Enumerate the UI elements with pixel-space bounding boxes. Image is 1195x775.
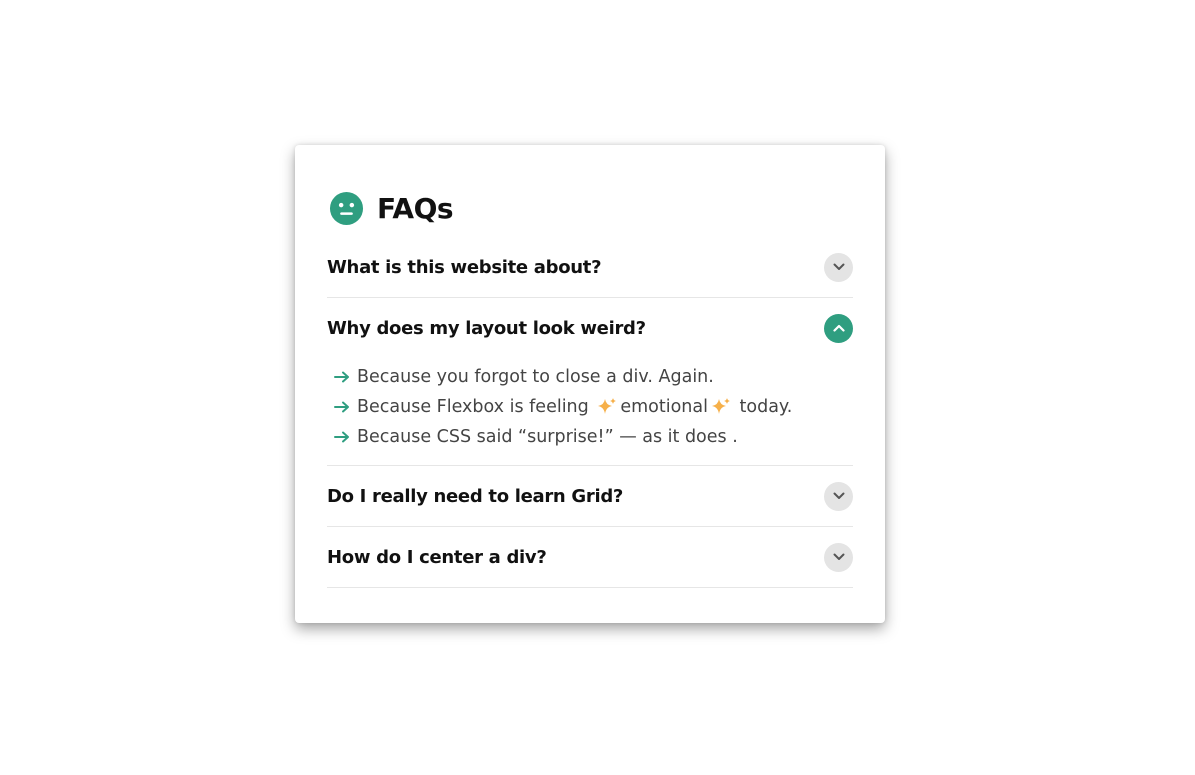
sparkles-icon — [598, 398, 617, 414]
faq-question-row[interactable]: Why does my layout look weird? — [327, 298, 853, 358]
sparkles-icon — [711, 398, 730, 414]
faq-answer: Because you forgot to close a div. Again… — [327, 358, 853, 465]
chevron-up-icon — [832, 324, 845, 332]
chevron-down-icon — [833, 492, 844, 499]
faq-question-row[interactable]: What is this website about? — [327, 237, 853, 297]
faq-card: FAQs What is this website about? Why doe… — [295, 145, 885, 623]
arrow-right-icon — [334, 431, 349, 443]
neutral-face-icon — [329, 191, 364, 225]
faq-question-row[interactable]: How do I center a div? — [327, 527, 853, 587]
chevron-down-icon — [833, 553, 844, 560]
answer-text: Because CSS said “surprise!” — as it doe… — [357, 427, 738, 447]
faq-item: Why does my layout look weird? Because y… — [327, 298, 853, 466]
answer-line: Because you forgot to close a div. Again… — [333, 362, 853, 392]
toggle-button[interactable] — [824, 481, 853, 511]
arrow-right-icon — [334, 401, 349, 413]
faq-question: How do I center a div? — [327, 546, 547, 568]
faq-item: Do I really need to learn Grid? — [327, 466, 853, 527]
faq-item: What is this website about? — [327, 237, 853, 298]
faq-header: FAQs — [327, 189, 853, 227]
faq-question: Do I really need to learn Grid? — [327, 485, 624, 507]
chevron-down-icon — [833, 263, 844, 270]
toggle-button[interactable] — [824, 542, 853, 572]
faq-question: What is this website about? — [327, 256, 602, 278]
faq-question-row[interactable]: Do I really need to learn Grid? — [327, 466, 853, 526]
toggle-button[interactable] — [824, 252, 853, 282]
answer-text: Because Flexbox is feeling — [357, 397, 595, 417]
answer-line: Because CSS said “surprise!” — as it doe… — [333, 422, 853, 452]
answer-line: Because Flexbox is feeling emotional tod… — [333, 392, 853, 422]
answer-text: Because you forgot to close a div. Again… — [357, 367, 714, 387]
toggle-button[interactable] — [824, 313, 853, 343]
answer-text-emphasis: emotional — [620, 397, 708, 417]
page-title: FAQs — [377, 191, 454, 225]
arrow-right-icon — [334, 371, 349, 383]
answer-text: today. — [733, 397, 793, 417]
faq-question: Why does my layout look weird? — [327, 317, 646, 339]
faq-item: How do I center a div? — [327, 527, 853, 588]
